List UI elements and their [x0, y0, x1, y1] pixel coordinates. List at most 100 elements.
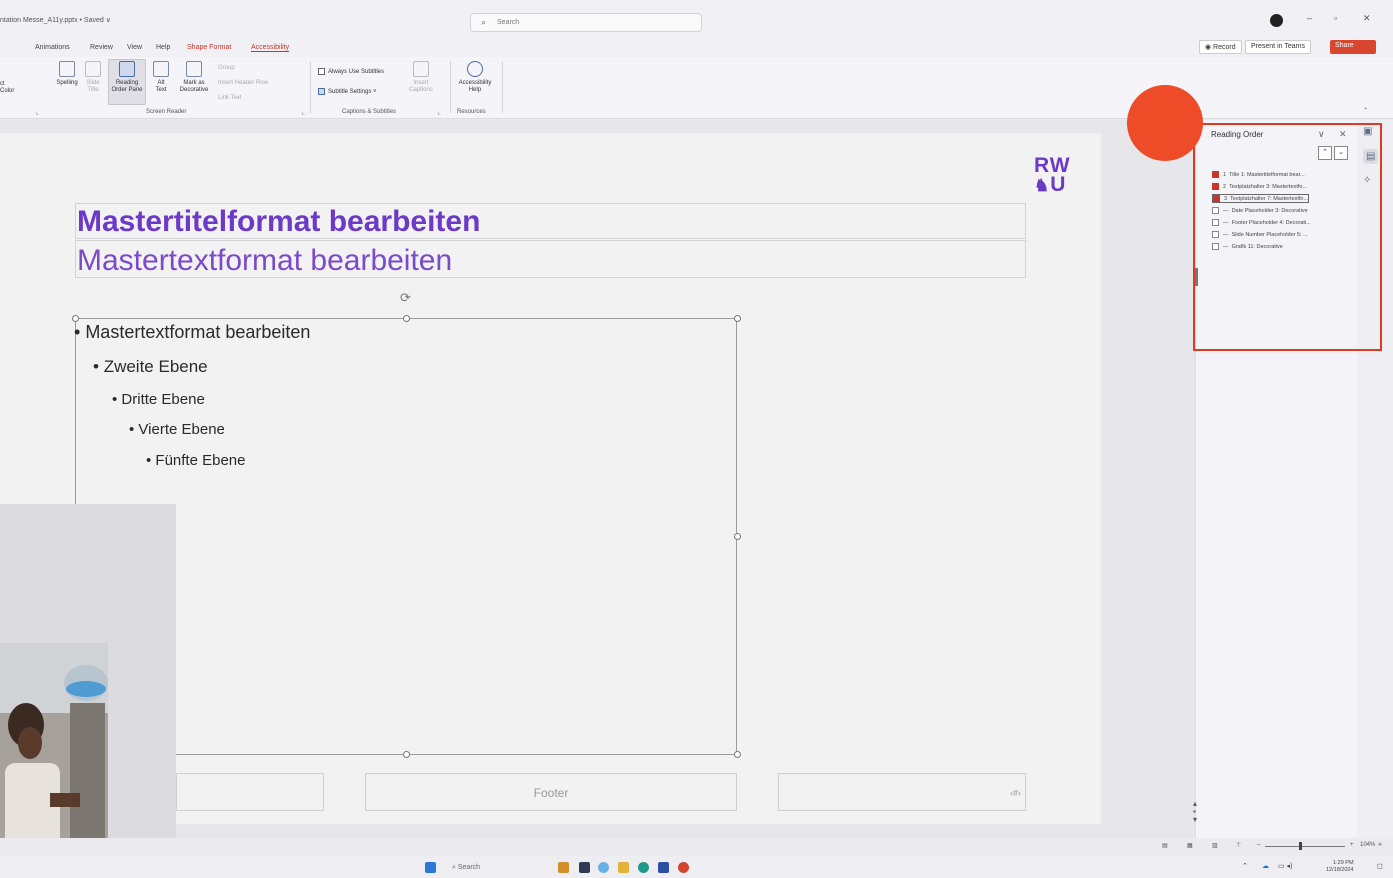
- windows-start-icon[interactable]: [425, 862, 436, 873]
- taskbar: [0, 856, 1393, 878]
- present-in-teams-button[interactable]: Present in Teams: [1245, 40, 1311, 54]
- clock[interactable]: 1:29 PM 12/18/2024: [1326, 860, 1354, 874]
- taskbar-app-icon[interactable]: [658, 862, 669, 873]
- resize-handle[interactable]: [734, 315, 741, 322]
- tab-animations[interactable]: Animations: [35, 44, 70, 51]
- zoom-out-icon[interactable]: –: [1257, 842, 1260, 848]
- subtitle-settings-button[interactable]: Subtitle Settings ˅: [318, 88, 377, 95]
- rwu-logo: RW ♞U: [1034, 154, 1071, 196]
- normal-view-icon[interactable]: ▤: [1162, 842, 1168, 849]
- record-button[interactable]: ◉ Record: [1199, 40, 1242, 54]
- title-bar: ntation Messe_A11y.pptx • Saved ∨ ⌕ Sear…: [0, 0, 1393, 40]
- onedrive-icon[interactable]: ☁: [1262, 862, 1269, 870]
- alt-text-icon: [153, 61, 169, 77]
- accessibility-help-button[interactable]: Accessibility Help: [452, 61, 498, 94]
- reading-order-icon: [119, 61, 135, 77]
- captions-group-label: Captions & Subtitles: [342, 109, 397, 115]
- search-input[interactable]: ⌕ Search: [470, 13, 702, 32]
- avatar[interactable]: [1270, 14, 1283, 27]
- taskbar-search[interactable]: ⌕ Search: [452, 864, 480, 872]
- resize-handle[interactable]: [72, 315, 79, 322]
- reading-view-icon[interactable]: ▥: [1212, 842, 1218, 849]
- zoom-slider[interactable]: [1265, 846, 1345, 847]
- bullet-level-2: • Zweite Ebene: [93, 357, 208, 376]
- document-title[interactable]: ntation Messe_A11y.pptx • Saved ∨: [0, 16, 111, 24]
- dialog-launcher-icon[interactable]: ⌞: [302, 109, 305, 116]
- tab-accessibility[interactable]: Accessibility: [251, 44, 290, 52]
- footer-placeholder[interactable]: Footer: [365, 773, 737, 811]
- spelling-button[interactable]: Spelling: [52, 61, 82, 87]
- subtitle-settings-icon: [318, 88, 325, 95]
- resize-handle[interactable]: [403, 315, 410, 322]
- zoom-level[interactable]: 104%: [1360, 842, 1375, 848]
- slide-title-button[interactable]: Slide Title: [82, 61, 104, 94]
- help-icon: [467, 61, 483, 77]
- divider: [450, 61, 451, 113]
- search-placeholder: Search: [497, 19, 520, 26]
- taskbar-app-icon[interactable]: [558, 862, 569, 873]
- collapse-ribbon-icon[interactable]: ⌃: [1363, 107, 1368, 114]
- mark-decorative-icon: [186, 61, 202, 77]
- checkbox-icon: [318, 68, 325, 75]
- status-bar: [0, 838, 1393, 856]
- notifications-icon[interactable]: ◻: [1377, 862, 1383, 870]
- tab-review[interactable]: Review: [90, 44, 113, 51]
- annotation-red-dot: [1127, 85, 1203, 161]
- powerpoint-icon[interactable]: [678, 862, 689, 873]
- rotate-handle-icon[interactable]: ⟳: [400, 290, 411, 306]
- date-placeholder[interactable]: [176, 773, 324, 811]
- resize-handle[interactable]: [734, 533, 741, 540]
- insert-header-row-button[interactable]: Insert Header Row: [218, 80, 268, 86]
- slide-sorter-icon[interactable]: ▦: [1187, 842, 1193, 849]
- pane-splitter[interactable]: [1195, 268, 1198, 286]
- dialog-launcher-icon[interactable]: ⌞: [36, 109, 39, 116]
- zoom-slider-knob[interactable]: [1299, 842, 1302, 850]
- group-button[interactable]: Group: [218, 65, 235, 71]
- ribbon-tabs: Animations Review View Help Shape Format…: [0, 40, 1393, 57]
- alt-text-button[interactable]: Alt Text: [150, 61, 172, 94]
- mark-decorative-button[interactable]: Mark as Decorative: [176, 61, 212, 94]
- color-button[interactable]: ct Color: [0, 81, 14, 95]
- zoom-in-icon[interactable]: +: [1350, 842, 1354, 848]
- logo-lion-icon: ♞U: [1034, 173, 1067, 196]
- divider: [502, 61, 503, 113]
- close-button[interactable]: ✕: [1363, 13, 1371, 24]
- tab-help[interactable]: Help: [156, 44, 170, 51]
- captions-icon: [413, 61, 429, 77]
- slideshow-icon[interactable]: ⊤: [1236, 842, 1241, 849]
- dialog-launcher-icon[interactable]: ⌞: [438, 109, 441, 116]
- fit-slide-icon[interactable]: ⟡: [1378, 842, 1382, 849]
- resize-handle[interactable]: [734, 751, 741, 758]
- resources-group-label: Resources: [457, 109, 486, 115]
- insert-captions-button[interactable]: Insert Captions: [402, 61, 440, 94]
- slide-title-icon: [85, 61, 101, 77]
- bullet-level-5: • Fünfte Ebene: [146, 452, 246, 469]
- link-text-button[interactable]: Link Text: [218, 95, 242, 101]
- bullet-level-1: • Mastertextformat bearbeiten: [74, 322, 311, 342]
- taskbar-app-icon[interactable]: [598, 862, 609, 873]
- share-button[interactable]: Share: [1330, 40, 1376, 54]
- always-use-subtitles-checkbox[interactable]: Always Use Subtitles: [318, 68, 384, 75]
- scroll-control-icon[interactable]: ▴ ▪ ▾: [1193, 800, 1197, 824]
- tab-shape-format[interactable]: Shape Format: [187, 44, 231, 51]
- spelling-icon: [59, 61, 75, 77]
- reading-order-pane-button[interactable]: Reading Order Pane: [108, 61, 146, 94]
- tab-view[interactable]: View: [127, 44, 142, 51]
- edge-browser-icon[interactable]: [638, 862, 649, 873]
- bullet-level-4: • Vierte Ebene: [129, 421, 225, 438]
- slide-number-placeholder[interactable]: ‹#›: [778, 773, 1026, 811]
- file-explorer-icon[interactable]: [618, 862, 629, 873]
- divider: [310, 61, 311, 113]
- minimize-button[interactable]: –: [1307, 13, 1312, 23]
- network-volume-icon[interactable]: ▭ ◂): [1278, 862, 1292, 870]
- search-icon: ⌕: [481, 17, 487, 27]
- taskbar-app-icon[interactable]: [579, 862, 590, 873]
- slide-subtitle: Mastertextformat bearbeiten: [77, 244, 453, 277]
- resize-handle[interactable]: [403, 751, 410, 758]
- annotation-highlight-box: [1193, 123, 1382, 351]
- tray-chevron-icon[interactable]: ⌃: [1242, 862, 1248, 870]
- maximize-button[interactable]: ▫: [1334, 13, 1337, 23]
- slide-title: Mastertitelformat bearbeiten: [77, 205, 481, 238]
- screen-reader-group-label: Screen Reader: [146, 109, 187, 115]
- bullet-level-3: • Dritte Ebene: [112, 391, 205, 408]
